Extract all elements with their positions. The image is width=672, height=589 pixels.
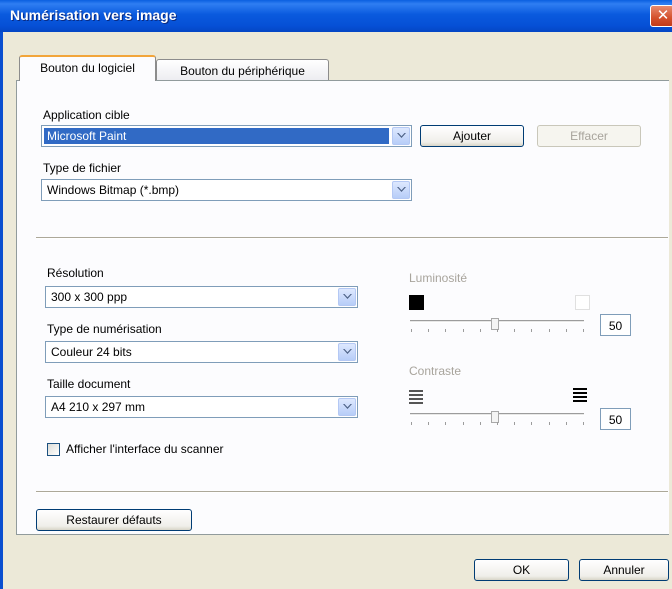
slider-tick bbox=[514, 422, 515, 425]
close-icon: ✕ bbox=[656, 7, 670, 24]
doc-size-value: A4 210 x 297 mm bbox=[51, 400, 146, 414]
resolution-select[interactable]: 300 x 300 ppp bbox=[45, 286, 358, 308]
tab-software-button[interactable]: Bouton du logiciel bbox=[19, 55, 156, 81]
separator bbox=[36, 237, 668, 239]
slider-tick bbox=[411, 329, 412, 332]
slider-tick bbox=[566, 422, 567, 425]
brightness-high-icon bbox=[575, 295, 590, 310]
target-app-value: Microsoft Paint bbox=[44, 128, 389, 144]
slider-tick bbox=[463, 329, 464, 332]
title-bar[interactable]: Numérisation vers image ✕ bbox=[0, 0, 672, 32]
brightness-low-icon bbox=[409, 295, 424, 310]
close-button[interactable]: ✕ bbox=[650, 5, 672, 27]
slider-tick bbox=[549, 422, 550, 425]
slider-tick bbox=[566, 329, 567, 332]
doc-size-label: Taille document bbox=[47, 377, 131, 391]
cancel-button[interactable]: Annuler bbox=[579, 559, 669, 581]
slider-tick bbox=[497, 329, 498, 332]
file-type-value: Windows Bitmap (*.bmp) bbox=[47, 183, 180, 197]
brightness-slider[interactable] bbox=[408, 317, 586, 337]
chevron-down-icon[interactable] bbox=[338, 343, 356, 361]
window-title: Numérisation vers image bbox=[10, 7, 177, 23]
file-type-select[interactable]: Windows Bitmap (*.bmp) bbox=[41, 179, 412, 201]
slider-tick bbox=[411, 422, 412, 425]
show-scanner-ui-label[interactable]: Afficher l'interface du scanner bbox=[66, 442, 224, 456]
resolution-label: Résolution bbox=[47, 266, 104, 280]
file-type-label: Type de fichier bbox=[43, 161, 122, 175]
slider-tick bbox=[445, 329, 446, 332]
tab-device-button[interactable]: Bouton du périphérique bbox=[156, 59, 329, 81]
scan-type-label: Type de numérisation bbox=[47, 322, 162, 336]
delete-button[interactable]: Effacer bbox=[537, 125, 641, 147]
slider-tick bbox=[428, 329, 429, 332]
contrast-label: Contraste bbox=[409, 364, 462, 378]
window-border bbox=[0, 32, 3, 589]
slider-tick bbox=[480, 329, 481, 332]
chevron-down-icon[interactable] bbox=[392, 181, 410, 199]
chevron-down-icon[interactable] bbox=[338, 398, 356, 416]
contrast-high-icon bbox=[573, 388, 587, 404]
chevron-down-icon[interactable] bbox=[338, 288, 356, 306]
brightness-label: Luminosité bbox=[409, 271, 468, 285]
add-button[interactable]: Ajouter bbox=[420, 125, 524, 147]
contrast-value[interactable]: 50 bbox=[600, 408, 631, 430]
slider-tick bbox=[583, 329, 584, 332]
tab-label: Bouton du périphérique bbox=[180, 64, 305, 78]
target-app-select[interactable]: Microsoft Paint bbox=[41, 125, 412, 147]
slider-tick bbox=[463, 422, 464, 425]
contrast-low-icon bbox=[409, 390, 423, 406]
slider-tick bbox=[531, 422, 532, 425]
brightness-value[interactable]: 50 bbox=[600, 314, 631, 336]
slider-tick bbox=[497, 422, 498, 425]
slider-tick bbox=[514, 329, 515, 332]
ok-button[interactable]: OK bbox=[474, 559, 569, 581]
slider-tick bbox=[549, 329, 550, 332]
contrast-slider[interactable] bbox=[408, 410, 586, 430]
chevron-down-icon[interactable] bbox=[392, 127, 410, 145]
target-app-label: Application cible bbox=[43, 108, 130, 122]
scan-type-select[interactable]: Couleur 24 bits bbox=[45, 341, 358, 363]
slider-tick bbox=[583, 422, 584, 425]
show-scanner-ui-checkbox[interactable] bbox=[47, 443, 60, 456]
slider-tick bbox=[531, 329, 532, 332]
slider-tick bbox=[428, 422, 429, 425]
scan-type-value: Couleur 24 bits bbox=[51, 345, 132, 359]
restore-defaults-button[interactable]: Restaurer défauts bbox=[36, 509, 192, 531]
tab-label: Bouton du logiciel bbox=[40, 61, 135, 75]
doc-size-select[interactable]: A4 210 x 297 mm bbox=[45, 396, 358, 418]
slider-tick bbox=[480, 422, 481, 425]
resolution-value: 300 x 300 ppp bbox=[51, 290, 128, 304]
separator bbox=[36, 491, 668, 493]
slider-tick bbox=[445, 422, 446, 425]
dialog-window: Numérisation vers image ✕ Bouton du logi… bbox=[0, 0, 672, 589]
